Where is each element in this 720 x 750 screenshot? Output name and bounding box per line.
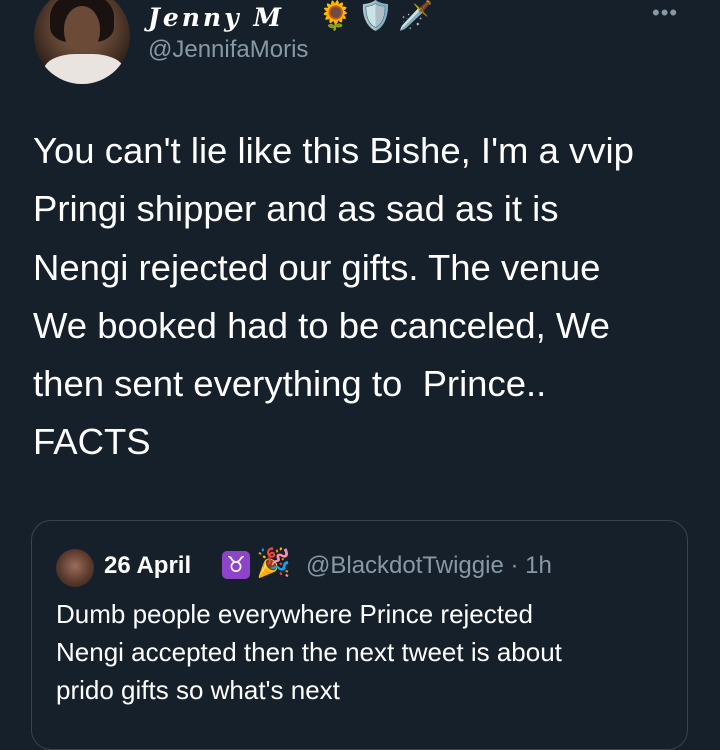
tweet-text-line: FACTS <box>33 421 151 463</box>
tweet-text-line: Pringi shipper and as sad as it is <box>33 188 559 230</box>
quoted-author-display-name: 26 April <box>104 552 192 579</box>
author-handle[interactable]: @JennifaMoris <box>148 36 308 64</box>
party-popper-emoji: 🎉 <box>256 547 291 578</box>
quoted-text-line: prido gifts so what's next <box>56 675 340 705</box>
shield-emoji: 🛡️ <box>358 0 393 31</box>
quoted-tweet-card[interactable]: 26 April ♉ 🎉 @BlackdotTwiggie · 1h Dumb … <box>31 520 688 750</box>
quoted-author-avatar[interactable] <box>56 549 94 587</box>
dagger-emoji: 🗡️ <box>398 0 433 31</box>
sunflower-emoji: 🌻 <box>318 0 353 31</box>
quoted-tweet-text: Dumb people everywhere Prince rejected N… <box>56 595 676 709</box>
avatar-face <box>64 6 100 52</box>
author-display-name[interactable]: Jenny M <box>148 3 284 32</box>
author-avatar[interactable] <box>34 0 130 84</box>
tweet-text-line: You can't lie like this Bishe, I'm a vvi… <box>33 130 634 171</box>
quoted-text-line: Dumb people everywhere Prince rejected <box>56 599 533 629</box>
avatar-shirt <box>44 54 124 84</box>
tweet-text-line: We booked had to be canceled, We <box>33 304 610 346</box>
tweet-text: You can't lie like this Bishe, I'm a vvi… <box>33 122 693 472</box>
tweet-text-line: Nengi rejected our gifts. The venue <box>33 246 601 288</box>
quoted-author-handle-time: @BlackdotTwiggie · 1h <box>306 552 552 579</box>
tweet-text-line: then sent everything to Prince.. <box>33 363 547 405</box>
quoted-text-line: Nengi accepted then the next tweet is ab… <box>56 637 562 667</box>
tweet: Jenny M 🌻 🛡️ 🗡️ @JennifaMoris ••• You ca… <box>0 0 720 750</box>
more-options-icon[interactable]: ••• <box>652 2 678 24</box>
taurus-emoji: ♉ <box>222 551 250 579</box>
